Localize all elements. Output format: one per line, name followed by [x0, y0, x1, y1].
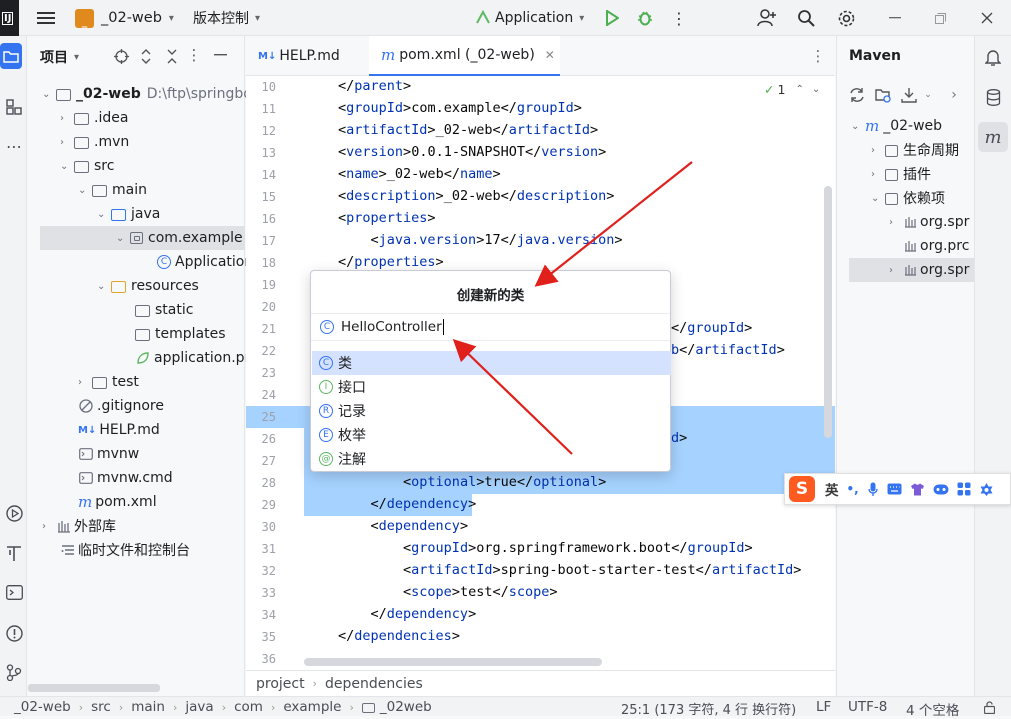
- chevron-right-icon: ›: [172, 700, 178, 714]
- chevron-right-icon[interactable]: ›: [947, 86, 961, 104]
- maven-item-dependency[interactable]: › org.spr: [889, 210, 969, 234]
- maven-item-dependency[interactable]: org.prc: [903, 234, 969, 258]
- status-path-item[interactable]: _02-web: [14, 699, 71, 715]
- ime-mode-label[interactable]: 英: [825, 479, 839, 499]
- plugins-folder-icon: [885, 169, 898, 181]
- chevron-right-icon: ›: [118, 700, 124, 714]
- grid-tools-icon[interactable]: [957, 482, 971, 496]
- status-bar: _02-web › src › main › java › com › exam…: [0, 696, 1011, 719]
- lock-icon[interactable]: [982, 700, 996, 714]
- tree-label: _02-web: [883, 118, 943, 134]
- ime-settings-icon[interactable]: [979, 482, 994, 497]
- open-folder-icon[interactable]: [874, 86, 892, 104]
- status-path-item[interactable]: example: [283, 699, 341, 715]
- caret-position[interactable]: 25:1 (173 字符, 4 行 换行符): [621, 699, 796, 718]
- maven-panel-title: Maven: [849, 48, 901, 64]
- lifecycle-folder-icon: [885, 145, 898, 157]
- skin-shirt-icon[interactable]: [910, 483, 925, 496]
- chevron-down-icon[interactable]: ⌄: [923, 86, 933, 104]
- status-path-item[interactable]: java: [185, 699, 213, 715]
- status-path-item[interactable]: _02web: [380, 699, 432, 715]
- chevron-right-icon: ›: [270, 700, 276, 714]
- maven-item-dependency[interactable]: › org.spr: [889, 258, 969, 282]
- right-tool-strip: m: [974, 36, 1011, 696]
- game-controller-icon[interactable]: [933, 484, 949, 495]
- status-path-item[interactable]: src: [91, 699, 111, 715]
- maven-panel: Maven ⌄ › ⌄ m _02-web › 生命周期 › 插件 ⌄ 依赖项 › org.…: [836, 36, 975, 696]
- maven-item-lifecycle[interactable]: › 生命周期: [871, 138, 959, 162]
- status-breadcrumb: _02-web › src › main › java › com › exam…: [0, 697, 432, 717]
- tree-label: org.spr: [920, 262, 970, 278]
- database-icon[interactable]: [982, 86, 1004, 108]
- maven-item-plugins[interactable]: › 插件: [871, 162, 931, 186]
- download-icon[interactable]: [900, 86, 918, 104]
- status-path-item[interactable]: com: [234, 699, 263, 715]
- tree-label: 生命周期: [903, 143, 959, 159]
- chevron-right-icon: ›: [349, 700, 354, 714]
- line-separator[interactable]: LF: [816, 699, 831, 715]
- maven-item-dependencies[interactable]: ⌄ 依赖项: [871, 186, 945, 210]
- ime-toolbar: S 英 •,: [784, 473, 1011, 505]
- tree-label: 插件: [903, 167, 931, 183]
- library-icon: [903, 216, 917, 228]
- tree-label: org.prc: [920, 238, 970, 254]
- dependencies-folder-icon: [885, 193, 898, 205]
- tree-label: 依赖项: [903, 191, 945, 207]
- maven-item-project[interactable]: ⌄ m _02-web: [851, 114, 942, 138]
- annotation-arrow-input: [452, 338, 573, 455]
- library-icon: [903, 240, 917, 252]
- indent-setting[interactable]: 4 个空格: [906, 699, 959, 719]
- notifications-bell-icon[interactable]: [982, 46, 1004, 68]
- chevron-right-icon: ›: [221, 700, 227, 714]
- reload-icon[interactable]: [848, 86, 866, 104]
- annotation-arrow-title: [534, 161, 693, 287]
- keyboard-icon[interactable]: [887, 483, 902, 495]
- file-encoding[interactable]: UTF-8: [848, 699, 887, 715]
- status-path-item[interactable]: main: [131, 699, 165, 715]
- ime-punctuation-label[interactable]: •,: [847, 482, 859, 496]
- package-folder-icon: [361, 703, 375, 713]
- maven-icon: m: [865, 117, 880, 135]
- tree-label: org.spr: [920, 214, 970, 230]
- microphone-icon[interactable]: [868, 482, 878, 497]
- chevron-right-icon: ›: [78, 700, 84, 714]
- library-icon: [903, 264, 917, 276]
- sogou-logo-icon[interactable]: S: [789, 476, 815, 502]
- maven-tool-icon[interactable]: m: [978, 122, 1008, 152]
